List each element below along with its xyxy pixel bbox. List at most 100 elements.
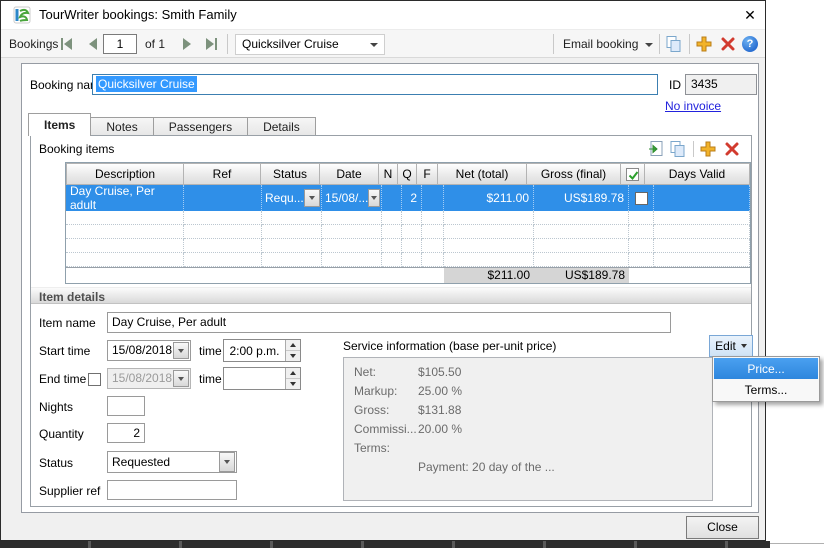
start-date-picker[interactable]: 15/08/2018 [107, 340, 191, 361]
delete-booking-icon[interactable] [719, 35, 737, 53]
grid-empty-row[interactable] [66, 211, 750, 225]
start-date-value: 15/08/2018 [112, 341, 173, 360]
svc-terms-label: Terms: [354, 441, 418, 460]
grid-empty-row[interactable] [66, 239, 750, 253]
close-window-button[interactable]: ✕ [741, 6, 759, 24]
items-tab-panel: Booking items [30, 135, 752, 507]
cell-confirmed[interactable] [629, 185, 654, 211]
status-dropdown-icon[interactable] [304, 189, 320, 207]
end-time-spinner[interactable] [223, 367, 301, 390]
start-time-word: time [199, 344, 222, 358]
edit-button[interactable]: Edit [709, 335, 753, 357]
toolbar-separator [227, 34, 228, 54]
cell-f[interactable] [422, 185, 444, 211]
column-header-q[interactable]: Q [397, 163, 417, 185]
cell-gross-final[interactable]: US$189.78 [534, 185, 629, 211]
tab-strip: Items Notes Passengers Details [28, 113, 315, 136]
svc-payment-label [354, 460, 418, 479]
cell-date-value: 15/08/... [322, 191, 368, 205]
column-header-f[interactable]: F [416, 163, 438, 185]
column-header-net[interactable]: Net (total) [437, 163, 527, 185]
supplier-ref-label: Supplier ref [39, 484, 100, 498]
column-header-ref[interactable]: Ref [183, 163, 261, 185]
cell-q[interactable]: 2 [402, 185, 422, 211]
menu-item-price[interactable]: Price... [714, 358, 818, 379]
no-invoice-link[interactable]: No invoice [665, 99, 721, 113]
column-header-days-valid[interactable]: Days Valid [644, 163, 750, 185]
cell-net-total[interactable]: $211.00 [444, 185, 534, 211]
start-time-spinner[interactable]: 2:00 p.m. [223, 339, 301, 362]
cell-date[interactable]: 15/08/... [322, 185, 382, 211]
grid-header-row: Description Ref Status Date N Q F Net (t… [66, 163, 750, 185]
booking-items-grid: Description Ref Status Date N Q F Net (t… [65, 162, 751, 284]
grid-empty-row[interactable] [66, 225, 750, 239]
svc-payment-value: Payment: 20 day of the ... [418, 460, 555, 479]
svc-commission-label: Commissi... [354, 422, 418, 441]
column-header-description[interactable]: Description [66, 163, 184, 185]
column-header-gross[interactable]: Gross (final) [526, 163, 621, 185]
end-time-spin-buttons[interactable] [285, 368, 300, 389]
nav-last-icon[interactable] [203, 37, 219, 51]
window-title: TourWriter bookings: Smith Family [39, 1, 237, 29]
column-header-status[interactable]: Status [260, 163, 320, 185]
booking-name-input[interactable]: Quicksilver Cruise [92, 74, 658, 95]
supplier-ref-input[interactable] [107, 480, 237, 500]
bookings-label: Bookings [9, 37, 58, 51]
app-icon [13, 6, 31, 24]
tab-passengers[interactable]: Passengers [153, 117, 248, 136]
booking-selector-combobox[interactable]: Quicksilver Cruise [235, 34, 385, 55]
tab-items[interactable]: Items [28, 113, 91, 136]
quantity-label: Quantity [39, 427, 84, 441]
cell-days-valid[interactable] [654, 185, 750, 211]
record-position-input[interactable]: 1 [103, 34, 137, 54]
import-item-icon[interactable] [647, 140, 665, 158]
quantity-input[interactable]: 2 [107, 423, 145, 443]
item-name-input[interactable]: Day Cruise, Per adult [107, 312, 671, 333]
svc-net-label: Net: [354, 365, 418, 384]
menu-item-terms[interactable]: Terms... [714, 379, 818, 400]
copy-item-icon[interactable] [669, 140, 687, 158]
nights-label: Nights [39, 400, 73, 414]
start-time-spin-buttons[interactable] [285, 340, 300, 361]
end-time-checkbox[interactable] [88, 373, 101, 386]
nights-input[interactable] [107, 396, 145, 416]
item-details-title: Item details [39, 289, 105, 305]
grid-row-selected[interactable]: Day Cruise, Per adult Requ... 15/08/... … [66, 185, 750, 211]
cell-n[interactable] [382, 185, 402, 211]
cell-status[interactable]: Requ... [262, 185, 322, 211]
close-button[interactable]: Close [686, 516, 759, 539]
end-date-dropdown-icon[interactable] [173, 370, 189, 387]
delete-item-icon[interactable] [723, 140, 741, 158]
column-header-date[interactable]: Date [319, 163, 379, 185]
start-date-dropdown-icon[interactable] [173, 342, 189, 359]
add-item-icon[interactable] [699, 140, 717, 158]
row-checkbox[interactable] [635, 192, 648, 205]
toolbar-separator [659, 34, 660, 54]
nav-first-icon[interactable] [59, 37, 75, 51]
end-date-picker[interactable]: 15/08/2018 [107, 368, 191, 389]
email-booking-button[interactable]: Email booking [563, 37, 638, 51]
copy-booking-icon[interactable] [665, 35, 683, 53]
date-dropdown-icon[interactable] [368, 189, 380, 207]
status-combobox[interactable]: Requested [107, 451, 237, 473]
tab-details[interactable]: Details [247, 117, 316, 136]
item-name-label: Item name [39, 316, 96, 330]
svc-markup-value: 25.00 % [418, 384, 462, 403]
add-booking-icon[interactable] [695, 35, 713, 53]
cell-description[interactable]: Day Cruise, Per adult [66, 185, 184, 211]
background-strip [0, 541, 770, 548]
total-gross: US$189.78 [534, 268, 629, 283]
svc-markup-label: Markup: [354, 384, 418, 403]
cell-ref[interactable] [184, 185, 262, 211]
column-header-n[interactable]: N [378, 163, 398, 185]
nav-prev-icon[interactable] [85, 37, 101, 51]
grid-empty-row[interactable] [66, 253, 750, 267]
status-combo-dropdown-icon[interactable] [219, 452, 235, 472]
column-header-confirmed[interactable] [620, 163, 645, 185]
nav-next-icon[interactable] [179, 37, 195, 51]
help-icon[interactable]: ? [742, 36, 758, 52]
email-booking-dropdown-icon[interactable] [645, 43, 653, 47]
id-field: 3435 [685, 74, 757, 95]
record-count-label: of 1 [145, 37, 165, 51]
tab-notes[interactable]: Notes [90, 117, 153, 136]
